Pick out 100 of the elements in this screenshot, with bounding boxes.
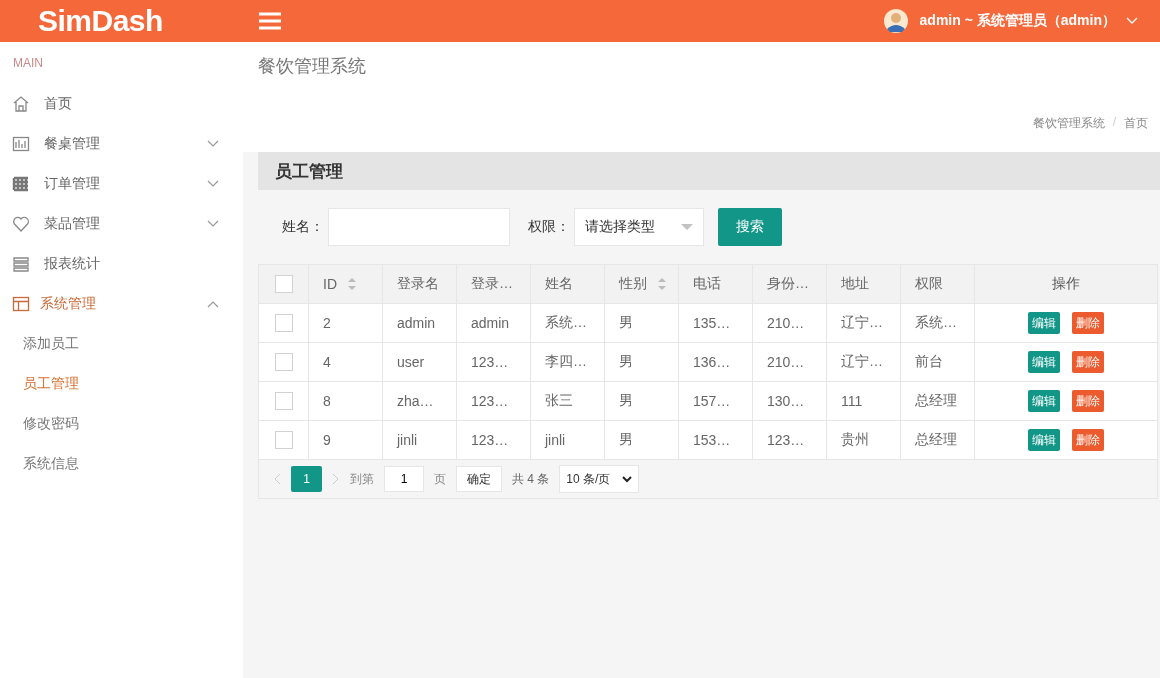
table-cell: 123…: [457, 382, 531, 420]
sort-icon[interactable]: [347, 277, 357, 291]
edit-button[interactable]: 编辑: [1028, 312, 1060, 334]
table-cell: 9: [309, 421, 383, 459]
table-cell: 8: [309, 382, 383, 420]
home-icon: [12, 95, 30, 113]
edit-button[interactable]: 编辑: [1028, 429, 1060, 451]
menu-icon[interactable]: [258, 11, 282, 31]
page-title: 餐饮管理系统: [258, 55, 367, 78]
table-cell: 2: [309, 304, 383, 342]
table-cell: 153…: [679, 421, 753, 459]
table-cell: 辽宁…: [827, 304, 901, 342]
sidebar-item[interactable]: 系统管理: [0, 284, 243, 324]
breadcrumb-link[interactable]: 餐饮管理系统: [1032, 115, 1105, 132]
table-cell: 男: [605, 343, 679, 381]
table-cell: 157…: [679, 382, 753, 420]
edit-button[interactable]: 编辑: [1028, 351, 1060, 373]
table-cell: 男: [605, 421, 679, 459]
sidebar-subitem[interactable]: 修改密码: [0, 404, 243, 444]
page-unit: 页: [434, 470, 446, 488]
field-label: 姓名：: [282, 218, 324, 236]
column-header: 权限: [901, 265, 975, 303]
table-cell: 4: [309, 343, 383, 381]
avatar-icon[interactable]: [883, 9, 908, 33]
delete-button[interactable]: 删除: [1072, 429, 1104, 451]
prev-icon[interactable]: [273, 473, 281, 485]
table-cell: 111: [827, 382, 901, 420]
table-cell: 张三: [531, 382, 605, 420]
total-count: 共 4 条: [512, 470, 550, 488]
page-button[interactable]: 1: [291, 466, 322, 492]
table-cell: 系统…: [901, 304, 975, 342]
sidebar-item[interactable]: 首页: [0, 84, 243, 124]
sidebar-subitem[interactable]: 系统信息: [0, 444, 243, 484]
column-header: 电话: [679, 265, 753, 303]
table-cell: zha…: [383, 382, 457, 420]
sidebar-subitem[interactable]: 添加员工: [0, 324, 243, 364]
name-field[interactable]: [328, 208, 510, 246]
delete-button[interactable]: 删除: [1072, 390, 1104, 412]
table-cell: user: [383, 343, 457, 381]
table-cell: 系统…: [531, 304, 605, 342]
column-header: 姓名: [531, 265, 605, 303]
table-cell: 总经理: [901, 421, 975, 459]
layout-icon: [12, 295, 30, 313]
table-cell: 男: [605, 304, 679, 342]
chart-icon: [12, 135, 30, 153]
next-icon[interactable]: [332, 473, 340, 485]
checkbox[interactable]: [274, 392, 293, 410]
column-header: 登录…: [457, 265, 531, 303]
sidebar-item[interactable]: 订单管理: [0, 164, 243, 204]
table-cell: 贵州: [827, 421, 901, 459]
table-cell: 135…: [679, 304, 753, 342]
checkbox[interactable]: [274, 275, 293, 293]
page-field[interactable]: 1: [384, 466, 424, 492]
list-icon: [12, 255, 30, 273]
field-label: 权限：: [528, 218, 570, 236]
breadcrumb-link[interactable]: 首页: [1124, 115, 1148, 132]
sidebar-subitem[interactable]: 员工管理: [0, 364, 243, 404]
caret-icon: [622, 475, 633, 483]
caret-icon[interactable]: [1126, 17, 1138, 25]
heart-icon: [12, 215, 30, 233]
user-name[interactable]: admin ~ 系统管理员（admin）: [919, 12, 1116, 30]
table-cell: 210…: [753, 304, 827, 342]
table-cell: 李四…: [531, 343, 605, 381]
table-cell: 136…: [679, 343, 753, 381]
sort-icon[interactable]: [657, 277, 667, 291]
table-cell: 210…: [753, 343, 827, 381]
checkbox[interactable]: [274, 431, 293, 449]
table-cell: 123…: [753, 421, 827, 459]
column-header: 身份…: [753, 265, 827, 303]
checkbox[interactable]: [274, 314, 293, 332]
table-cell: jinli: [531, 421, 605, 459]
logo[interactable]: SimDash: [38, 4, 163, 38]
table-cell: 123…: [457, 343, 531, 381]
table-cell: 辽宁…: [827, 343, 901, 381]
confirm-button[interactable]: 确定: [456, 466, 502, 492]
role-select[interactable]: 请选择类型: [574, 208, 704, 246]
checkbox[interactable]: [274, 353, 293, 371]
table-cell: 总经理: [901, 382, 975, 420]
caret-icon: [681, 224, 693, 230]
table-cell: 前台: [901, 343, 975, 381]
edit-button[interactable]: 编辑: [1028, 390, 1060, 412]
column-header: 地址: [827, 265, 901, 303]
search-button[interactable]: 搜索: [718, 208, 782, 246]
sidebar-item[interactable]: 菜品管理: [0, 204, 243, 244]
breadcrumb-separator: /: [1112, 115, 1116, 131]
delete-button[interactable]: 删除: [1072, 312, 1104, 334]
page-size-select[interactable]: 10 条/页: [559, 465, 640, 493]
table-cell: 123…: [457, 421, 531, 459]
column-header: ID: [309, 265, 383, 303]
sidebar-item[interactable]: 报表统计: [0, 244, 243, 284]
table-cell: jinli: [383, 421, 457, 459]
column-header: 性别: [605, 265, 679, 303]
table-cell: 130…: [753, 382, 827, 420]
column-header: 操作: [1051, 274, 1081, 293]
sidebar-item[interactable]: 餐桌管理: [0, 124, 243, 164]
table-cell: 男: [605, 382, 679, 420]
delete-button[interactable]: 删除: [1072, 351, 1104, 373]
table-cell: admin: [383, 304, 457, 342]
goto-label: 到第: [350, 470, 374, 488]
table-cell: admin: [457, 304, 531, 342]
